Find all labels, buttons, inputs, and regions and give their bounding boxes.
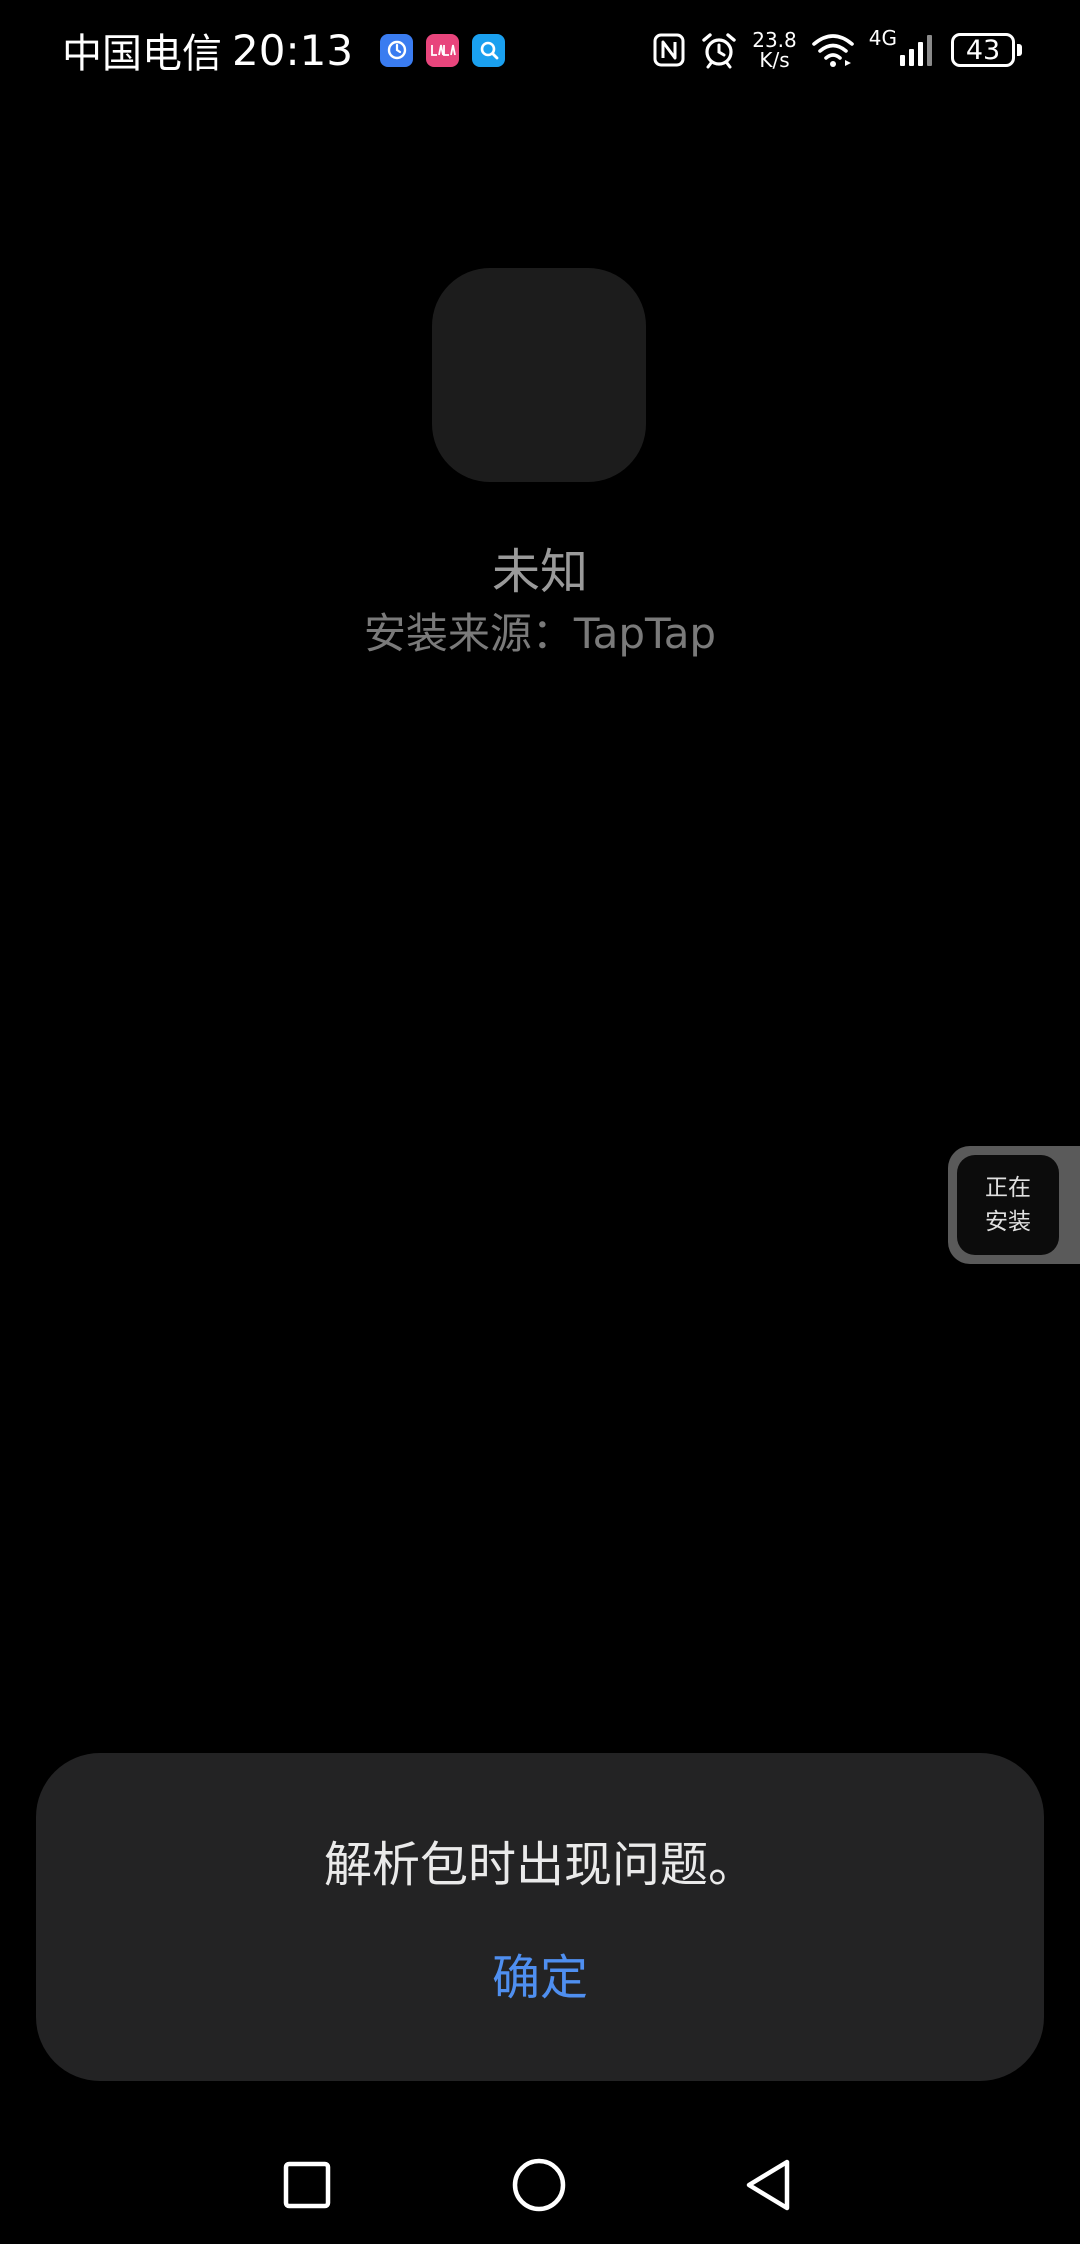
installing-line-1: 正在 — [985, 1175, 1031, 1201]
triangle-back-icon[interactable] — [734, 2150, 804, 2220]
status-bar: 中国电信 20:13 23.8 K/s 4G 43 — [0, 0, 1080, 100]
battery-indicator: 43 — [951, 33, 1022, 67]
battery-tip — [1017, 44, 1022, 56]
installing-floating-bubble[interactable]: 正在 安装 — [948, 1146, 1080, 1264]
installing-status: 正在 安装 — [957, 1155, 1059, 1255]
status-bar-right: 23.8 K/s 4G 43 — [638, 24, 1022, 76]
confirm-button[interactable]: 确定 — [440, 1933, 640, 2013]
network-speed-value: 23.8 — [752, 28, 797, 52]
parse-error-dialog: 解析包时出现问题。 确定 — [36, 1753, 1044, 2081]
installing-line-2: 安装 — [985, 1209, 1031, 1235]
dialog-message: 解析包时出现问题。 — [323, 1837, 756, 1893]
app-icon-placeholder — [432, 268, 646, 482]
carrier-name: 中国电信 — [62, 31, 222, 77]
search-app-icon — [472, 33, 506, 67]
install-source: 安装来源：TapTap — [363, 609, 717, 658]
network-speed: 23.8 K/s — [752, 30, 797, 70]
signal-icon — [900, 35, 932, 66]
alarm-icon — [700, 31, 738, 69]
circle-home-icon[interactable] — [504, 2150, 574, 2220]
battery-icon: 43 — [951, 33, 1015, 67]
cellular-signal: 4G — [869, 28, 937, 67]
status-time: 20:13 — [232, 25, 354, 75]
square-recents-icon[interactable] — [272, 2150, 342, 2220]
lofter-app-icon — [426, 33, 460, 67]
status-bar-left: 中国电信 20:13 — [62, 22, 506, 78]
network-type: 4G — [868, 26, 897, 50]
wifi-icon — [811, 32, 855, 68]
clock-app-icon — [380, 33, 414, 67]
battery-level: 43 — [965, 34, 1001, 66]
network-speed-unit: K/s — [759, 48, 790, 72]
nfc-icon — [652, 32, 686, 68]
app-name: 未知 — [491, 544, 588, 600]
